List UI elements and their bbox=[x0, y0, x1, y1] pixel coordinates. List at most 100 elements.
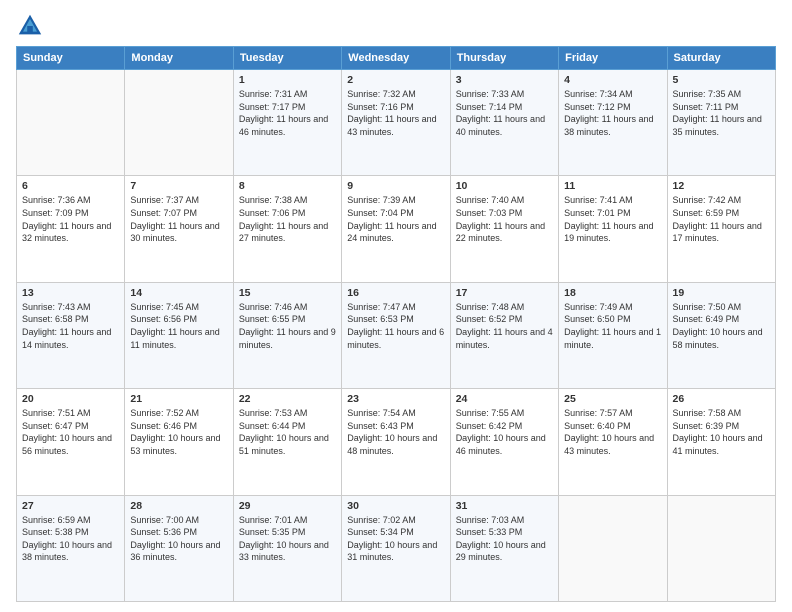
weekday-header-saturday: Saturday bbox=[667, 47, 775, 70]
weekday-header-wednesday: Wednesday bbox=[342, 47, 450, 70]
sunrise-text: Sunrise: 7:48 AM bbox=[456, 301, 553, 314]
sunset-text: Sunset: 7:17 PM bbox=[239, 101, 336, 114]
day-number: 28 bbox=[130, 500, 227, 512]
sunrise-text: Sunrise: 7:57 AM bbox=[564, 407, 661, 420]
daylight-text: Daylight: 10 hours and 48 minutes. bbox=[347, 432, 444, 457]
sunset-text: Sunset: 6:42 PM bbox=[456, 420, 553, 433]
day-info: Sunrise: 7:51 AMSunset: 6:47 PMDaylight:… bbox=[22, 407, 119, 457]
sunrise-text: Sunrise: 7:55 AM bbox=[456, 407, 553, 420]
day-number: 18 bbox=[564, 287, 661, 299]
day-info: Sunrise: 7:55 AMSunset: 6:42 PMDaylight:… bbox=[456, 407, 553, 457]
calendar-cell: 23 Sunrise: 7:54 AMSunset: 6:43 PMDayligh… bbox=[342, 389, 450, 495]
sunrise-text: Sunrise: 7:02 AM bbox=[347, 514, 444, 527]
sunset-text: Sunset: 7:11 PM bbox=[673, 101, 770, 114]
daylight-text: Daylight: 11 hours and 14 minutes. bbox=[22, 326, 119, 351]
sunrise-text: Sunrise: 7:46 AM bbox=[239, 301, 336, 314]
calendar-cell: 31Sunrise: 7:03 AMSunset: 5:33 PMDayligh… bbox=[450, 495, 558, 601]
sunrise-text: Sunrise: 7:01 AM bbox=[239, 514, 336, 527]
sunrise-text: Sunrise: 7:32 AM bbox=[347, 88, 444, 101]
day-info: Sunrise: 7:32 AMSunset: 7:16 PMDaylight:… bbox=[347, 88, 444, 138]
daylight-text: Daylight: 11 hours and 32 minutes. bbox=[22, 220, 119, 245]
week-row-1: 1 Sunrise: 7:31 AMSunset: 7:17 PM Daylight… bbox=[17, 70, 776, 176]
calendar-table: SundayMondayTuesdayWednesdayThursdayFrid… bbox=[16, 46, 776, 602]
day-info: Sunrise: 7:33 AMSunset: 7:14 PMDaylight:… bbox=[456, 88, 553, 138]
calendar-cell: 24Sunrise: 7:55 AMSunset: 6:42 PMDayligh… bbox=[450, 389, 558, 495]
calendar-cell bbox=[667, 495, 775, 601]
sunrise-text: Sunrise: 7:03 AM bbox=[456, 514, 553, 527]
sunset-text: Sunset: 6:43 PM bbox=[347, 420, 444, 433]
sunrise-text: Sunrise: 7:37 AM bbox=[130, 194, 227, 207]
calendar-cell: 13Sunrise: 7:43 AMSunset: 6:58 PMDayligh… bbox=[17, 282, 125, 388]
day-number: 12 bbox=[673, 180, 770, 192]
day-info: Sunrise: 7:01 AMSunset: 5:35 PMDaylight:… bbox=[239, 514, 336, 564]
calendar-cell: 17 Sunrise: 7:48 AMSunset: 6:52 PMDayligh… bbox=[450, 282, 558, 388]
sunset-text: Sunset: 7:03 PM bbox=[456, 207, 553, 220]
daylight-text: Daylight: 11 hours and 22 minutes. bbox=[456, 220, 553, 245]
day-info: Sunrise: 7:00 AMSunset: 5:36 PMDaylight:… bbox=[130, 514, 227, 564]
day-info: Sunrise: 7:39 AMSunset: 7:04 PMDaylight:… bbox=[347, 194, 444, 244]
day-info: Sunrise: 7:43 AMSunset: 6:58 PMDaylight:… bbox=[22, 301, 119, 351]
day-number: 27 bbox=[22, 500, 119, 512]
sunset-text: Sunset: 7:06 PM bbox=[239, 207, 336, 220]
calendar-cell: 18 Sunrise: 7:49 AMSunset: 6:50 PMDayligh… bbox=[559, 282, 667, 388]
day-info: Sunrise: 7:49 AMSunset: 6:50 PMDaylight:… bbox=[564, 301, 661, 351]
weekday-header-thursday: Thursday bbox=[450, 47, 558, 70]
day-number: 30 bbox=[347, 500, 444, 512]
calendar-cell: 26Sunrise: 7:58 AMSunset: 6:39 PMDayligh… bbox=[667, 389, 775, 495]
calendar-cell: 20Sunrise: 7:51 AMSunset: 6:47 PMDayligh… bbox=[17, 389, 125, 495]
sunrise-text: Sunrise: 7:45 AM bbox=[130, 301, 227, 314]
calendar-cell: 25Sunrise: 7:57 AMSunset: 6:40 PMDayligh… bbox=[559, 389, 667, 495]
day-info: Sunrise: 7:53 AMSunset: 6:44 PMDaylight:… bbox=[239, 407, 336, 457]
sunrise-text: Sunrise: 6:59 AM bbox=[22, 514, 119, 527]
day-info: Sunrise: 7:52 AMSunset: 6:46 PMDaylight:… bbox=[130, 407, 227, 457]
logo-icon bbox=[16, 12, 44, 40]
header bbox=[16, 12, 776, 40]
day-info: Sunrise: 7:46 AMSunset: 6:55 PMDaylight:… bbox=[239, 301, 336, 351]
sunrise-text: Sunrise: 7:52 AM bbox=[130, 407, 227, 420]
day-number: 6 bbox=[22, 180, 119, 192]
day-info: Sunrise: 7:50 AMSunset: 6:49 PMDaylight:… bbox=[673, 301, 770, 351]
calendar-cell: 27Sunrise: 6:59 AMSunset: 5:38 PMDayligh… bbox=[17, 495, 125, 601]
daylight-text: Daylight: 11 hours and 9 minutes. bbox=[239, 326, 336, 351]
sunset-text: Sunset: 7:01 PM bbox=[564, 207, 661, 220]
day-info: Sunrise: 7:36 AMSunset: 7:09 PMDaylight:… bbox=[22, 194, 119, 244]
day-number: 23 bbox=[347, 393, 444, 405]
day-number: 3 bbox=[456, 74, 553, 86]
day-number: 15 bbox=[239, 287, 336, 299]
sunrise-text: Sunrise: 7:43 AM bbox=[22, 301, 119, 314]
daylight-text: Daylight: 11 hours and 4 minutes. bbox=[456, 326, 553, 351]
sunset-text: Sunset: 6:55 PM bbox=[239, 313, 336, 326]
day-number: 31 bbox=[456, 500, 553, 512]
day-info: Sunrise: 7:02 AMSunset: 5:34 PMDaylight:… bbox=[347, 514, 444, 564]
sunset-text: Sunset: 6:56 PM bbox=[130, 313, 227, 326]
sunrise-text: Sunrise: 7:58 AM bbox=[673, 407, 770, 420]
day-number: 25 bbox=[564, 393, 661, 405]
day-info: Sunrise: 7:38 AMSunset: 7:06 PMDaylight:… bbox=[239, 194, 336, 244]
sunset-text: Sunset: 6:44 PM bbox=[239, 420, 336, 433]
calendar-cell: 29 Sunrise: 7:01 AMSunset: 5:35 PMDayligh… bbox=[233, 495, 341, 601]
sunset-text: Sunset: 7:07 PM bbox=[130, 207, 227, 220]
daylight-text: Daylight: 10 hours and 53 minutes. bbox=[130, 432, 227, 457]
daylight-text: Daylight: 10 hours and 56 minutes. bbox=[22, 432, 119, 457]
day-info: Sunrise: 7:48 AMSunset: 6:52 PMDaylight:… bbox=[456, 301, 553, 351]
day-number: 1 bbox=[239, 74, 336, 86]
weekday-header-tuesday: Tuesday bbox=[233, 47, 341, 70]
calendar-body: 1 Sunrise: 7:31 AMSunset: 7:17 PM Daylight… bbox=[17, 70, 776, 602]
sunrise-text: Sunrise: 7:54 AM bbox=[347, 407, 444, 420]
day-number: 17 bbox=[456, 287, 553, 299]
sunset-text: Sunset: 6:58 PM bbox=[22, 313, 119, 326]
day-number: 29 bbox=[239, 500, 336, 512]
calendar-cell bbox=[559, 495, 667, 601]
sunrise-text: Sunrise: 7:00 AM bbox=[130, 514, 227, 527]
calendar-cell: 14Sunrise: 7:45 AMSunset: 6:56 PMDayligh… bbox=[125, 282, 233, 388]
calendar-cell: 10Sunrise: 7:40 AMSunset: 7:03 PMDayligh… bbox=[450, 176, 558, 282]
sunrise-text: Sunrise: 7:31 AM bbox=[239, 88, 336, 101]
day-number: 7 bbox=[130, 180, 227, 192]
calendar-cell: 28 Sunrise: 7:00 AMSunset: 5:36 PMDayligh… bbox=[125, 495, 233, 601]
sunset-text: Sunset: 5:33 PM bbox=[456, 526, 553, 539]
day-number: 19 bbox=[673, 287, 770, 299]
daylight-text: Daylight: 10 hours and 58 minutes. bbox=[673, 326, 770, 351]
sunset-text: Sunset: 6:59 PM bbox=[673, 207, 770, 220]
daylight-text: Daylight: 11 hours and 35 minutes. bbox=[673, 113, 770, 138]
sunset-text: Sunset: 6:46 PM bbox=[130, 420, 227, 433]
